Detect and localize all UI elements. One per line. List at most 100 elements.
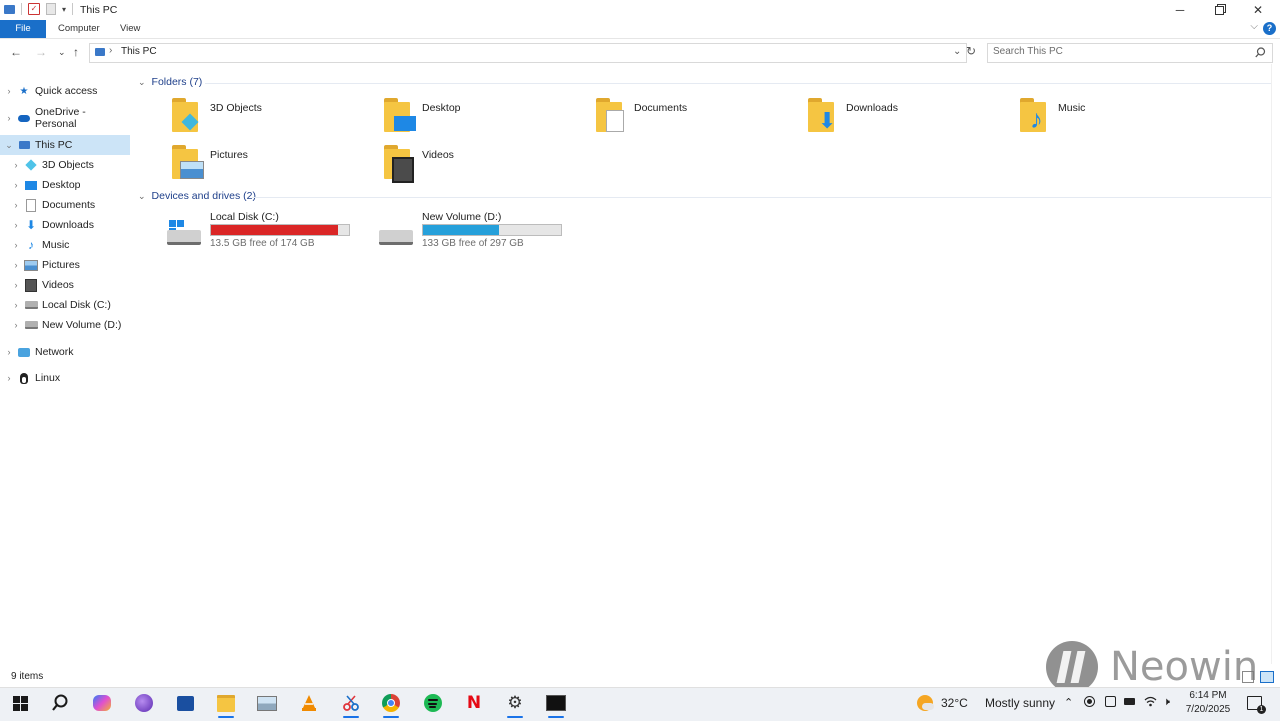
sidebar-item-label: Pictures: [42, 259, 80, 271]
chevron-right-icon[interactable]: ›: [5, 347, 13, 357]
close-button[interactable]: ✕: [1238, 0, 1278, 20]
breadcrumb[interactable]: This PC: [121, 46, 157, 57]
chevron-right-icon[interactable]: ›: [5, 113, 13, 123]
search-icon[interactable]: [49, 692, 71, 714]
status-item-count: 9 items: [11, 671, 44, 682]
sidebar-item-downloads[interactable]: › ⬇ Downloads: [0, 215, 130, 235]
folder-pictures[interactable]: Pictures: [170, 143, 370, 185]
chrome-icon[interactable]: [380, 692, 402, 714]
properties-icon[interactable]: ✓: [28, 3, 40, 15]
chevron-right-icon[interactable]: ›: [12, 280, 20, 290]
chevron-right-icon[interactable]: ›: [12, 240, 20, 250]
group-title: Devices and drives (2): [151, 190, 257, 202]
sidebar-item-music[interactable]: › ♪ Music: [0, 235, 130, 255]
photos-icon[interactable]: [256, 692, 278, 714]
search-icon[interactable]: [1255, 47, 1266, 58]
meet-now-icon[interactable]: [1105, 696, 1116, 710]
drive-new-volume-d[interactable]: New Volume (D:) 133 GB free of 297 GB: [377, 208, 567, 252]
refresh-icon[interactable]: ↻: [966, 44, 976, 58]
spotify-icon[interactable]: [422, 692, 444, 714]
folder-label: Pictures: [210, 149, 248, 161]
windows-start-icon[interactable]: [9, 692, 31, 714]
chevron-right-icon[interactable]: ›: [12, 320, 20, 330]
new-folder-icon[interactable]: [46, 3, 56, 15]
browser-icon[interactable]: [133, 692, 155, 714]
folder-videos[interactable]: Videos: [382, 143, 582, 185]
sidebar-item-this-pc[interactable]: ⌄ This PC: [0, 135, 130, 155]
chevron-right-icon[interactable]: ›: [12, 300, 20, 310]
address-bar[interactable]: [89, 43, 967, 63]
chevron-right-icon[interactable]: ›: [12, 180, 20, 190]
divider: [252, 197, 1271, 198]
sidebar-item-network[interactable]: › Network: [0, 342, 130, 362]
netflix-icon[interactable]: N: [463, 692, 485, 714]
group-header-folders[interactable]: ⌄ Folders (7): [138, 76, 202, 88]
drive-local-disk-c[interactable]: Local Disk (C:) 13.5 GB free of 174 GB: [165, 208, 355, 252]
group-header-drives[interactable]: ⌄ Devices and drives (2): [138, 190, 256, 202]
chevron-right-icon[interactable]: ›: [12, 260, 20, 270]
network-icon: [17, 346, 31, 358]
sidebar-item-desktop[interactable]: › Desktop: [0, 175, 130, 195]
folder-documents[interactable]: Documents: [594, 96, 794, 138]
address-dropdown-icon[interactable]: ⌄: [953, 46, 961, 57]
copilot-icon[interactable]: [91, 692, 113, 714]
folder-label: Desktop: [422, 102, 461, 114]
minimize-button[interactable]: ─: [1160, 0, 1200, 20]
terminal-icon[interactable]: [545, 692, 567, 714]
chevron-down-icon[interactable]: ⌄: [138, 77, 146, 88]
search-input[interactable]: Search This PC: [993, 46, 1063, 57]
battery-icon[interactable]: [1124, 696, 1135, 708]
chevron-right-icon[interactable]: ›: [12, 160, 20, 170]
tab-file[interactable]: File: [0, 20, 46, 38]
record-icon[interactable]: [1084, 696, 1095, 710]
picture-icon: [180, 161, 204, 179]
folder-music[interactable]: ♪ Music: [1018, 96, 1218, 138]
settings-icon[interactable]: ⚙: [504, 692, 526, 714]
sidebar-item-label: This PC: [35, 139, 73, 151]
chevron-right-icon[interactable]: ›: [5, 86, 13, 96]
breadcrumb-chevron-icon[interactable]: ›: [109, 45, 112, 56]
show-hidden-icons-icon[interactable]: ⌃: [1064, 696, 1073, 709]
sidebar-item-quick-access[interactable]: › ★ Quick access: [0, 81, 130, 101]
drive-usage-bar: [422, 224, 562, 236]
folder-3d-objects[interactable]: 3D Objects: [170, 96, 370, 138]
folder-downloads[interactable]: ⬇ Downloads: [806, 96, 1006, 138]
sidebar-item-3d-objects[interactable]: › 3D Objects: [0, 155, 130, 175]
neowin-logo-icon: [1046, 641, 1098, 693]
tab-computer[interactable]: Computer: [46, 20, 112, 38]
sidebar-item-pictures[interactable]: › Pictures: [0, 255, 130, 275]
restore-button[interactable]: [1199, 0, 1239, 20]
tab-view[interactable]: View: [108, 20, 152, 38]
chevron-down-icon[interactable]: ⌄: [5, 140, 13, 151]
sidebar-item-onedrive[interactable]: › OneDrive - Personal: [0, 106, 130, 130]
large-icons-view-icon[interactable]: [1260, 671, 1274, 683]
folder-desktop[interactable]: Desktop: [382, 96, 582, 138]
sidebar-item-videos[interactable]: › Videos: [0, 275, 130, 295]
snipping-icon[interactable]: [340, 692, 362, 714]
ribbon-expand-icon[interactable]: ⌵: [1250, 21, 1258, 32]
notification-icon[interactable]: 1: [1247, 696, 1266, 714]
drive-icon: [167, 220, 203, 246]
clock[interactable]: 6:14 PM 7/20/2025: [1183, 690, 1233, 715]
sidebar-item-local-disk-c[interactable]: › Local Disk (C:): [0, 295, 130, 315]
chevron-right-icon[interactable]: ›: [5, 373, 13, 383]
file-explorer-icon[interactable]: [215, 692, 237, 714]
drive-icon: [24, 319, 38, 331]
forward-button[interactable]: →: [35, 45, 47, 59]
back-button[interactable]: ←: [10, 45, 22, 59]
up-button[interactable]: ↑: [73, 45, 79, 59]
wifi-icon[interactable]: [1144, 696, 1157, 710]
chevron-right-icon[interactable]: ›: [12, 220, 20, 230]
sidebar-item-linux[interactable]: › Linux: [0, 368, 130, 388]
chevron-down-icon[interactable]: ⌄: [138, 191, 146, 202]
vlc-icon[interactable]: [298, 692, 320, 714]
recent-locations-icon[interactable]: ⌄: [58, 47, 66, 58]
sidebar-item-new-volume-d[interactable]: › New Volume (D:): [0, 315, 130, 335]
sidebar-item-documents[interactable]: › Documents: [0, 195, 130, 215]
help-icon[interactable]: ?: [1263, 22, 1276, 35]
volume-muted-icon[interactable]: 🕨: [1163, 696, 1170, 709]
chevron-right-icon[interactable]: ›: [12, 200, 20, 210]
star-icon: ★: [19, 85, 29, 97]
qat-dropdown-icon[interactable]: ▾: [62, 5, 66, 14]
store-icon[interactable]: [174, 692, 196, 714]
